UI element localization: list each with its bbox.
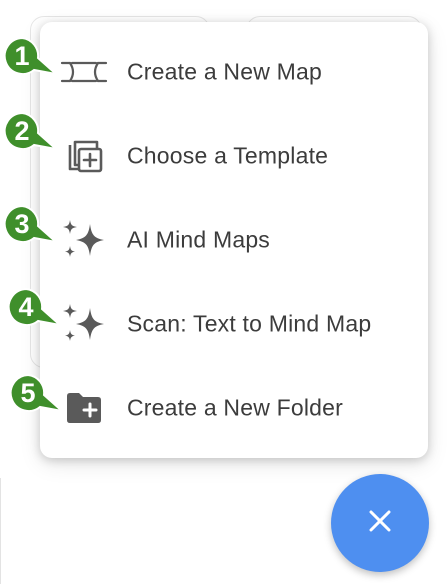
- menu-item-label: Scan: Text to Mind Map: [127, 310, 372, 337]
- menu-item-create-new-map[interactable]: Create a New Map: [40, 30, 428, 114]
- sparkle-icon: [56, 302, 112, 346]
- menu-item-choose-template[interactable]: Choose a Template: [40, 114, 428, 198]
- close-icon: [367, 508, 393, 539]
- callout-badge-3: 3: [2, 204, 58, 244]
- screen: Create a New Map Choose a Template AI Mi…: [0, 0, 448, 584]
- new-map-icon: [56, 50, 112, 94]
- menu-item-ai-mind-maps[interactable]: AI Mind Maps: [40, 198, 428, 282]
- callout-number: 5: [20, 378, 36, 408]
- callout-badge-2: 2: [2, 111, 58, 151]
- menu-item-scan-text-to-mind-map[interactable]: Scan: Text to Mind Map: [40, 282, 428, 366]
- divider: [0, 478, 1, 584]
- menu-item-label: Choose a Template: [127, 142, 329, 169]
- callout-badge-4: 4: [6, 287, 62, 327]
- menu-item-label: Create a New Folder: [127, 394, 343, 421]
- callout-number: 4: [18, 292, 34, 322]
- fab-action-menu: Create a New Map Choose a Template AI Mi…: [40, 22, 428, 458]
- menu-item-create-new-folder[interactable]: Create a New Folder: [40, 366, 428, 450]
- sparkle-icon: [56, 218, 112, 262]
- callout-number: 3: [14, 209, 30, 239]
- callout-number: 1: [14, 41, 30, 71]
- callout-number: 2: [14, 116, 30, 146]
- template-copy-icon: [56, 134, 112, 178]
- menu-item-label: AI Mind Maps: [127, 226, 271, 253]
- menu-item-label: Create a New Map: [127, 58, 322, 85]
- close-fab-button[interactable]: [331, 474, 429, 572]
- callout-badge-1: 1: [2, 36, 58, 76]
- callout-badge-5: 5: [8, 373, 64, 413]
- folder-plus-icon: [56, 386, 112, 430]
